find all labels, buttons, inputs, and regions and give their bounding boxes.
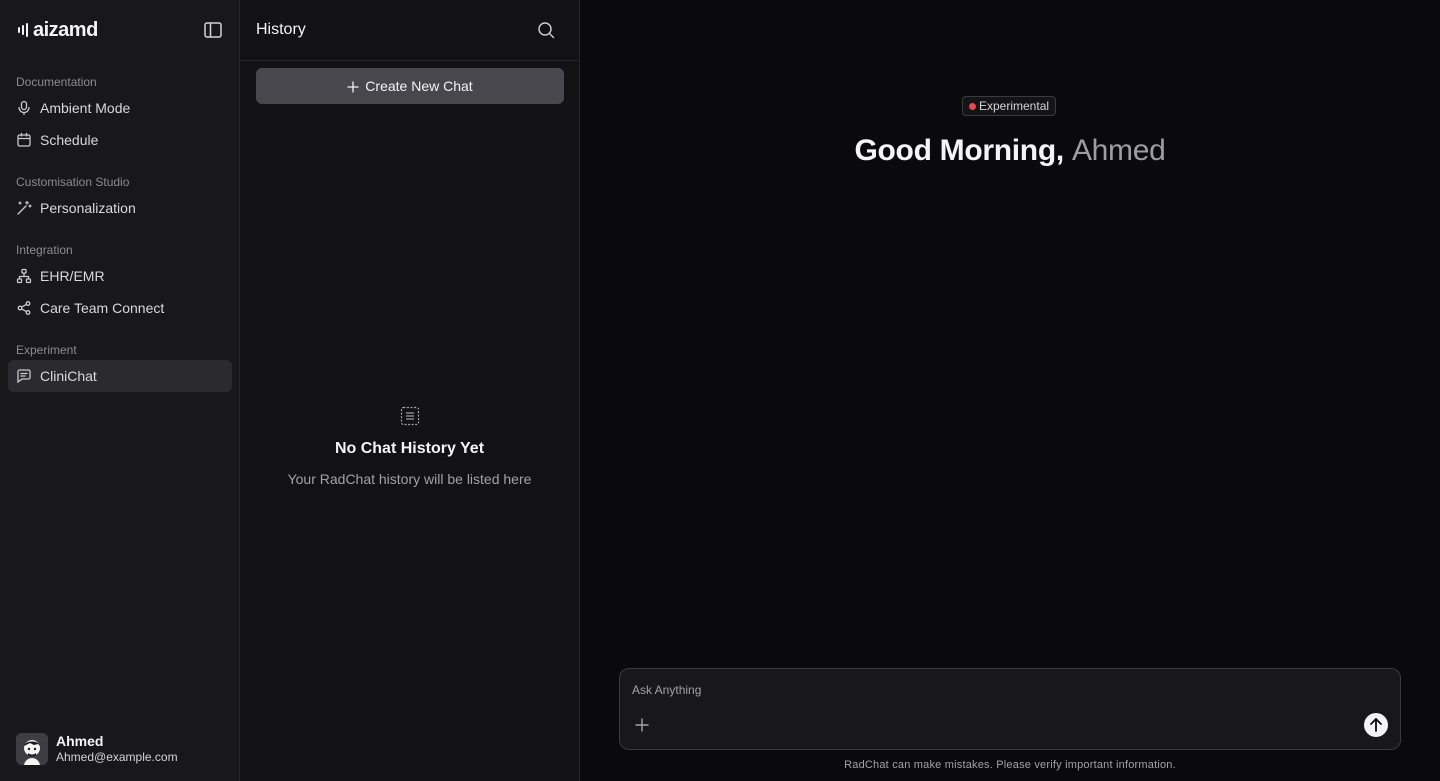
greeting-name: Ahmed	[1071, 134, 1166, 167]
avatar	[16, 733, 48, 765]
sidebar-item-label: Care Team Connect	[40, 300, 165, 316]
sidebar-toggle-icon[interactable]	[203, 20, 223, 40]
empty-list-icon	[400, 406, 420, 426]
experimental-badge: Experimental	[962, 96, 1057, 116]
section-title-integration: Integration	[16, 243, 73, 257]
send-button[interactable]	[1364, 713, 1388, 737]
magic-wand-icon	[16, 200, 32, 216]
plus-icon	[347, 80, 359, 93]
mic-icon	[16, 100, 32, 116]
sidebar-item-label: Personalization	[40, 200, 136, 216]
create-new-chat-label: Create New Chat	[365, 78, 473, 94]
user-name: Ahmed	[56, 733, 104, 749]
history-header: History	[240, 0, 579, 61]
sidebar-item-clinichat[interactable]: CliniChat	[8, 360, 232, 392]
greeting-heading: Good Morning, Ahmed	[580, 132, 1440, 170]
logo-bars-icon	[18, 23, 28, 37]
sidebar-item-label: Schedule	[40, 132, 99, 148]
logo-text: aizamd	[33, 19, 98, 41]
user-profile[interactable]: Ahmed Ahmed@example.com	[16, 733, 226, 765]
status-dot-icon	[969, 103, 976, 110]
chat-icon	[16, 368, 32, 384]
arrow-up-icon	[1370, 718, 1382, 732]
attach-plus-icon[interactable]	[634, 717, 650, 733]
share-icon	[16, 300, 32, 316]
user-email: Ahmed@example.com	[56, 750, 178, 764]
sidebar-header: aizamd	[0, 0, 240, 60]
calendar-icon	[16, 132, 32, 148]
section-title-documentation: Documentation	[16, 75, 97, 89]
sidebar-item-ehr-emr[interactable]: EHR/EMR	[8, 260, 232, 292]
network-icon	[16, 268, 32, 284]
create-new-chat-button[interactable]: Create New Chat	[256, 68, 564, 104]
sidebar-item-personalization[interactable]: Personalization	[8, 192, 232, 224]
sidebar: aizamd Documentation Ambient Mode Schedu…	[0, 0, 240, 781]
chat-input[interactable]	[632, 679, 1332, 701]
chat-composer	[619, 668, 1401, 750]
sidebar-item-label: EHR/EMR	[40, 268, 105, 284]
chat-main: Experimental Good Morning, Ahmed RadChat…	[580, 0, 1440, 781]
sidebar-item-care-team-connect[interactable]: Care Team Connect	[8, 292, 232, 324]
greeting-text: Good Morning,	[854, 134, 1065, 167]
sidebar-item-ambient-mode[interactable]: Ambient Mode	[8, 92, 232, 124]
search-icon[interactable]	[536, 20, 556, 40]
disclaimer-text: RadChat can make mistakes. Please verify…	[844, 759, 1176, 771]
history-panel: History Create New Chat No Chat History …	[240, 0, 580, 781]
empty-state-title: No Chat History Yet	[334, 440, 485, 457]
section-title-customisation-studio: Customisation Studio	[16, 175, 130, 189]
sidebar-item-label: Ambient Mode	[40, 100, 131, 116]
sidebar-item-schedule[interactable]: Schedule	[8, 124, 232, 156]
badge-label: Experimental	[979, 99, 1050, 113]
section-title-experiment: Experiment	[16, 343, 77, 357]
sidebar-item-label: CliniChat	[40, 368, 97, 384]
history-title: History	[256, 21, 306, 38]
empty-state-subtitle: Your RadChat history will be listed here	[287, 471, 532, 487]
logo[interactable]: aizamd	[18, 19, 98, 41]
